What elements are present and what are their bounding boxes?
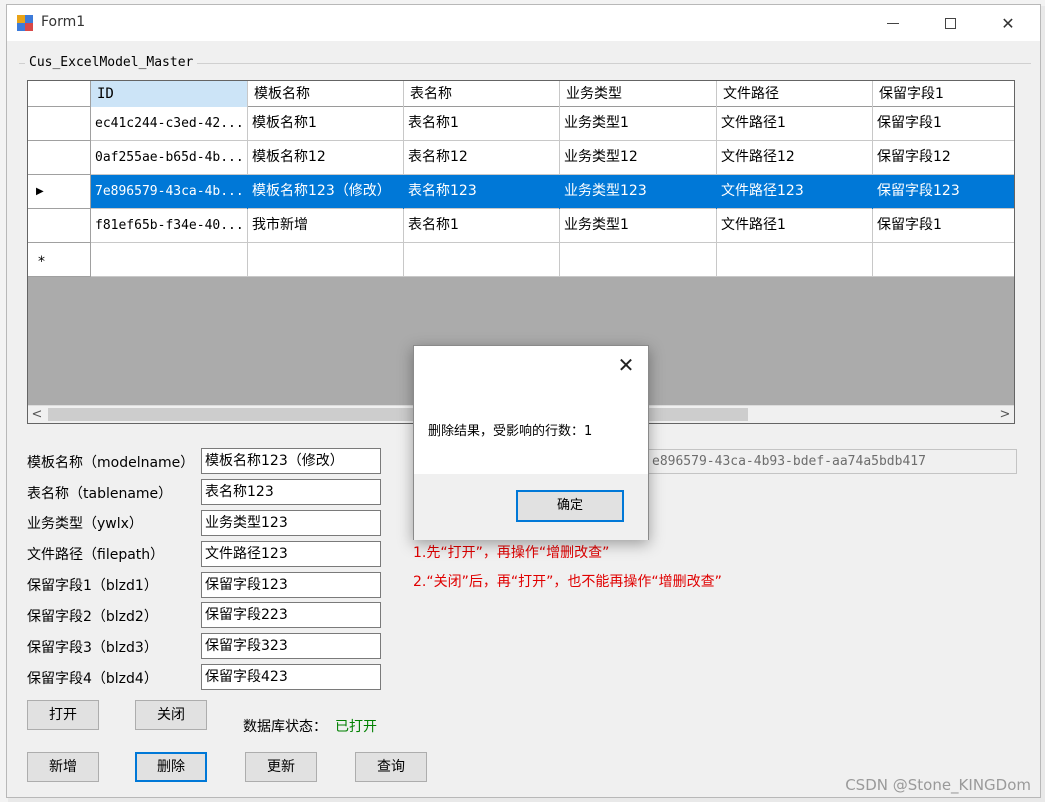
cell-tablename[interactable]: 表名称12 [404, 141, 560, 175]
row-header[interactable] [28, 209, 91, 243]
app-icon [17, 15, 33, 31]
open-button[interactable]: 打开 [27, 700, 99, 730]
window-title: Form1 [41, 14, 86, 30]
dialog-footer: 确定 [414, 474, 648, 540]
db-status-value: 已打开 [335, 719, 377, 735]
cell-filepath[interactable]: 文件路径1 [717, 107, 873, 141]
cell-id[interactable]: ec41c244-c3ed-42... [91, 107, 248, 141]
close-icon: ✕ [617, 353, 635, 377]
cell-modelname[interactable]: 模板名称1 [248, 107, 404, 141]
new-row[interactable] [91, 243, 1014, 277]
close-window-button[interactable]: ✕ [985, 5, 1031, 41]
row-header[interactable] [28, 107, 91, 141]
add-button[interactable]: 新增 [27, 752, 99, 782]
dialog-ok-button[interactable]: 确定 [516, 490, 624, 522]
dialog-message: 删除结果，受影响的行数：1 [428, 424, 593, 439]
cell-id[interactable]: 7e896579-43ca-4b... [91, 175, 248, 209]
cell-modelname[interactable]: 模板名称12 [248, 141, 404, 175]
input-blzd4[interactable]: 保留字段423 [201, 664, 381, 690]
label-blzd3: 保留字段3（blzd3） [27, 640, 158, 656]
query-button[interactable]: 查询 [355, 752, 427, 782]
cell-id[interactable] [91, 243, 248, 277]
table-row[interactable]: ec41c244-c3ed-42... 模板名称1 表名称1 业务类型1 文件路… [91, 107, 1014, 141]
input-ywlx[interactable]: 业务类型123 [201, 510, 381, 536]
column-header-ywlx[interactable]: 业务类型 [560, 81, 717, 107]
cell-ywlx[interactable]: 业务类型1 [560, 209, 717, 243]
input-filepath[interactable]: 文件路径123 [201, 541, 381, 567]
table-row[interactable]: f81ef65b-f34e-40... 我市新增 表名称1 业务类型1 文件路径… [91, 209, 1014, 243]
grid-header: ID 模板名称 表名称 业务类型 文件路径 保留字段1 [28, 81, 1014, 107]
title-bar[interactable]: Form1 ✕ [7, 5, 1040, 41]
delete-button[interactable]: 删除 [135, 752, 207, 782]
cell-filepath[interactable]: 文件路径1 [717, 209, 873, 243]
minimize-icon [887, 22, 899, 24]
cell-ywlx[interactable]: 业务类型123 [560, 175, 717, 209]
cell-tablename[interactable] [404, 243, 560, 277]
cell-blzd1[interactable]: 保留字段1 [873, 107, 1014, 141]
close-icon: ✕ [1001, 13, 1015, 33]
label-tablename: 表名称（tablename） [27, 486, 173, 502]
cell-modelname[interactable]: 我市新增 [248, 209, 404, 243]
cell-modelname[interactable]: 模板名称123（修改） [248, 175, 404, 209]
cell-id[interactable]: 0af255ae-b65d-4b... [91, 141, 248, 175]
db-status-label: 数据库状态： [243, 719, 327, 735]
input-tablename[interactable]: 表名称123 [201, 479, 381, 505]
cell-id[interactable]: f81ef65b-f34e-40... [91, 209, 248, 243]
current-row-indicator[interactable]: ▶ [28, 175, 91, 209]
label-blzd2: 保留字段2（blzd2） [27, 609, 158, 625]
cell-ywlx[interactable] [560, 243, 717, 277]
dialog-close-button[interactable]: ✕ [612, 352, 640, 380]
update-button[interactable]: 更新 [245, 752, 317, 782]
grid-corner-header[interactable] [28, 81, 91, 107]
row-pointer-icon: ▶ [36, 186, 44, 197]
input-blzd2[interactable]: 保留字段223 [201, 602, 381, 628]
cell-blzd1[interactable] [873, 243, 1014, 277]
close-button[interactable]: 关闭 [135, 700, 207, 730]
input-modelname[interactable]: 模板名称123（修改） [201, 448, 381, 474]
cell-blzd1[interactable]: 保留字段1 [873, 209, 1014, 243]
row-header[interactable] [28, 141, 91, 175]
column-header-modelname[interactable]: 模板名称 [248, 81, 404, 107]
cell-blzd1[interactable]: 保留字段123 [873, 175, 1014, 209]
watermark: CSDN @Stone_KINGDom [845, 776, 1031, 794]
column-header-blzd1[interactable]: 保留字段1 [873, 81, 1014, 107]
maximize-button[interactable] [927, 5, 973, 41]
scroll-left-icon[interactable]: < [28, 406, 46, 423]
column-header-tablename[interactable]: 表名称 [404, 81, 560, 107]
cell-ywlx[interactable]: 业务类型12 [560, 141, 717, 175]
cell-tablename[interactable]: 表名称1 [404, 209, 560, 243]
cell-filepath[interactable]: 文件路径123 [717, 175, 873, 209]
column-header-filepath[interactable]: 文件路径 [717, 81, 873, 107]
instruction-note-2: 2.“关闭”后，再“打开”，也不能再操作“增删改查” [413, 574, 722, 590]
scroll-right-icon[interactable]: > [996, 406, 1014, 423]
input-blzd1[interactable]: 保留字段123 [201, 572, 381, 598]
cell-filepath[interactable]: 文件路径12 [717, 141, 873, 175]
message-dialog: ✕ 删除结果，受影响的行数：1 确定 [413, 345, 649, 540]
maximize-icon [944, 17, 956, 29]
label-modelname: 模板名称（modelname） [27, 455, 195, 471]
new-row-indicator[interactable]: * [28, 243, 91, 277]
instruction-note-1: 1.先“打开”，再操作“增删改查” [413, 545, 610, 561]
id-field[interactable]: e896579-43ca-4b93-bdef-aa74a5bdb417 [647, 449, 1017, 474]
cell-tablename[interactable]: 表名称123 [404, 175, 560, 209]
table-row-selected[interactable]: 7e896579-43ca-4b... 模板名称123（修改） 表名称123 业… [91, 175, 1014, 209]
cell-blzd1[interactable]: 保留字段12 [873, 141, 1014, 175]
groupbox-label: Cus_ExcelModel_Master [25, 55, 198, 70]
label-blzd1: 保留字段1（blzd1） [27, 578, 158, 594]
label-ywlx: 业务类型（ywlx） [27, 516, 143, 532]
new-row-icon: * [38, 254, 45, 270]
cell-modelname[interactable] [248, 243, 404, 277]
cell-ywlx[interactable]: 业务类型1 [560, 107, 717, 141]
cell-tablename[interactable]: 表名称1 [404, 107, 560, 141]
minimize-button[interactable] [870, 5, 916, 41]
column-header-id[interactable]: ID [91, 81, 248, 107]
label-blzd4: 保留字段4（blzd4） [27, 671, 158, 687]
cell-filepath[interactable] [717, 243, 873, 277]
table-row[interactable]: 0af255ae-b65d-4b... 模板名称12 表名称12 业务类型12 … [91, 141, 1014, 175]
label-filepath: 文件路径（filepath） [27, 547, 165, 563]
input-blzd3[interactable]: 保留字段323 [201, 633, 381, 659]
